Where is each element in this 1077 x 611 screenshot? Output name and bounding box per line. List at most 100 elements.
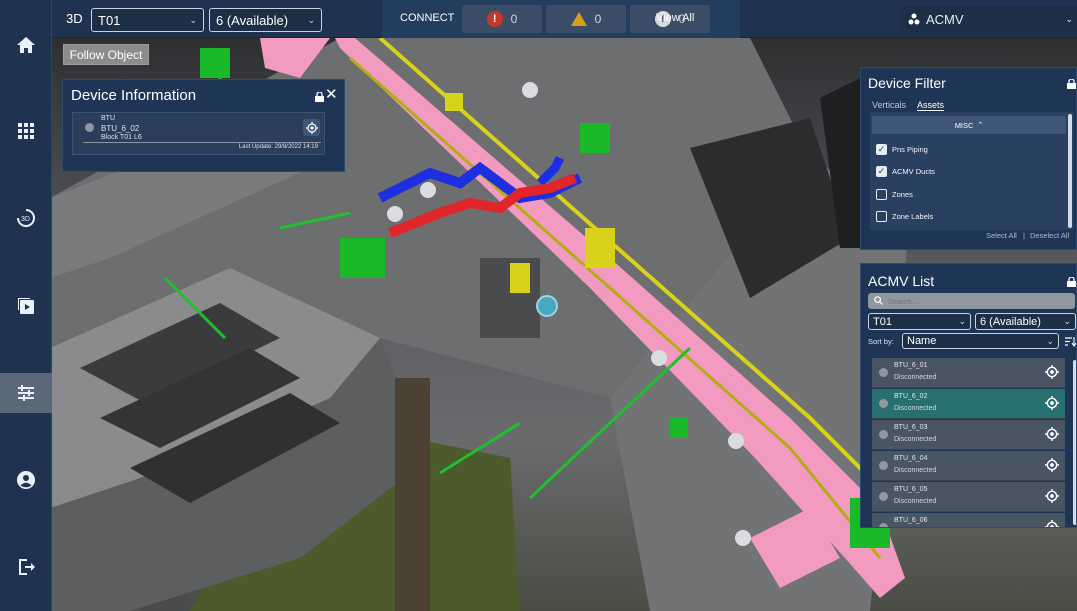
- search-input[interactable]: [888, 294, 1068, 308]
- view-mode-label: 3D: [66, 11, 83, 26]
- status-dot: [85, 123, 94, 132]
- list-item[interactable]: BTU_6_01 Disconnected: [872, 358, 1065, 388]
- list-item[interactable]: BTU_6_06: [872, 513, 1065, 528]
- nav-logout[interactable]: [0, 547, 52, 587]
- list-block-select[interactable]: T01 ⌄: [868, 313, 971, 330]
- list-block-value: T01: [873, 315, 892, 328]
- list-level-value: 6 (Available): [980, 315, 1041, 328]
- equipment-yellow[interactable]: [585, 228, 615, 268]
- list-item-status: Disconnected: [894, 374, 937, 381]
- playback-icon: [18, 298, 34, 314]
- nav-settings-sliders[interactable]: [0, 373, 52, 413]
- user-icon: [17, 471, 35, 489]
- deselect-all-link[interactable]: Deselect All: [1030, 231, 1069, 240]
- list-item-selected[interactable]: BTU_6_02 Disconnected: [872, 389, 1065, 419]
- device-id: BTU_6_02: [101, 124, 140, 133]
- system-icon: [908, 13, 920, 25]
- locate-icon[interactable]: [1045, 489, 1059, 503]
- list-item[interactable]: BTU_6_03 Disconnected: [872, 420, 1065, 450]
- list-item-name: BTU_6_05: [894, 486, 928, 493]
- asset-filter-list: MISC ⌃ ✓ Pns Piping ✓ ACMV Ducts Zones Z…: [870, 112, 1074, 230]
- device-filter-title: Device Filter: [868, 75, 946, 91]
- sort-value: Name: [907, 335, 937, 347]
- block-select[interactable]: T01 ⌄: [91, 8, 204, 32]
- locate-device-button[interactable]: [303, 119, 320, 136]
- locate-icon[interactable]: [1045, 396, 1059, 410]
- sort-select[interactable]: Name ⌄: [902, 333, 1059, 349]
- close-icon[interactable]: ✕: [325, 85, 338, 103]
- search-icon: [874, 296, 883, 305]
- label-acmv-ducts: ACMV Ducts: [892, 167, 935, 176]
- tree-trunk: [395, 378, 430, 611]
- scrollbar[interactable]: [1068, 114, 1072, 228]
- status-dot: [879, 368, 888, 377]
- nav-home[interactable]: [0, 25, 52, 65]
- equipment-green[interactable]: [340, 238, 385, 278]
- list-level-select[interactable]: 6 (Available) ⌄: [975, 313, 1076, 330]
- system-select[interactable]: ACMV ⌄: [900, 6, 1077, 32]
- device-location: Block T01 L6: [101, 134, 142, 141]
- sidebar-rail: 3D: [0, 0, 52, 611]
- nav-3d-view[interactable]: 3D: [0, 198, 52, 238]
- list-item[interactable]: BTU_6_05 Disconnected: [872, 482, 1065, 512]
- chevron-down-icon: ⌄: [1065, 13, 1073, 24]
- last-update: Last Update: 29/8/2022 14:19: [238, 144, 318, 150]
- chevron-down-icon: ⌄: [958, 316, 966, 326]
- device-type: BTU: [101, 115, 115, 122]
- nav-playback[interactable]: [0, 286, 52, 326]
- device-info-title: Device Information: [71, 87, 197, 104]
- locate-icon[interactable]: [1045, 427, 1059, 441]
- locate-icon[interactable]: [1045, 520, 1059, 528]
- misc-section-label: MISC: [954, 120, 974, 130]
- level-select-value: 6 (Available): [216, 12, 289, 28]
- select-all-link[interactable]: Select All: [986, 231, 1017, 240]
- acmv-device-list: BTU_6_01 Disconnected BTU_6_02 Disconnec…: [861, 358, 1076, 528]
- locate-icon[interactable]: [1045, 365, 1059, 379]
- sort-label: Sort by:: [868, 337, 894, 346]
- locate-icon[interactable]: [1045, 458, 1059, 472]
- app-root: { "topbar": { "view_mode": "3D", "block_…: [0, 0, 1077, 611]
- level-select[interactable]: 6 (Available) ⌄: [209, 8, 322, 32]
- nav-apps[interactable]: [0, 111, 52, 151]
- home-icon: [17, 37, 35, 53]
- lock-icon[interactable]: [315, 92, 324, 102]
- chevron-down-icon: ⌄: [307, 14, 315, 25]
- chevron-down-icon: ⌄: [1063, 316, 1071, 326]
- chevron-down-icon: ⌄: [189, 14, 197, 25]
- device-filter-panel: Device Filter Verticals Assets MISC ⌃ ✓ …: [860, 67, 1077, 250]
- lock-icon[interactable]: [1067, 277, 1076, 287]
- view-3d-icon: 3D: [17, 209, 35, 227]
- alarm-critical-button[interactable]: ! 0: [462, 5, 542, 33]
- list-item[interactable]: BTU_6_04 Disconnected: [872, 451, 1065, 481]
- alarm-warning-button[interactable]: 0: [546, 5, 626, 33]
- connect-label: CONNECT: [400, 12, 455, 24]
- list-item-status: Disconnected: [894, 436, 937, 443]
- tab-assets[interactable]: Assets: [917, 100, 945, 111]
- label-zones: Zones: [892, 190, 913, 199]
- alert-circle-icon: !: [486, 11, 503, 27]
- checkbox-acmv-ducts[interactable]: ✓: [876, 166, 887, 177]
- apps-grid-icon: [18, 123, 34, 139]
- scrollbar[interactable]: [1073, 360, 1076, 525]
- status-dot: [879, 399, 888, 408]
- list-item-name: BTU_6_06: [894, 517, 928, 524]
- label-zone-labels: Zone Labels: [892, 212, 934, 221]
- search-box[interactable]: [868, 293, 1075, 309]
- follow-object-button[interactable]: Follow Object: [63, 44, 149, 65]
- device-card: BTU BTU_6_02 Block T01 L6 Last Update: 2…: [72, 112, 325, 155]
- checkbox-pns-piping[interactable]: ✓: [876, 144, 887, 155]
- list-item-status: Disconnected: [894, 498, 937, 505]
- lock-icon[interactable]: [1067, 79, 1076, 89]
- tab-verticals[interactable]: Verticals: [872, 100, 906, 110]
- view-all-link[interactable]: View All: [656, 12, 694, 24]
- locate-icon: [305, 121, 318, 134]
- alarm-warning-count: 0: [594, 12, 602, 26]
- checkbox-zones[interactable]: [876, 189, 887, 200]
- checkbox-zone-labels[interactable]: [876, 211, 887, 222]
- nav-user[interactable]: [0, 460, 52, 500]
- divider: [83, 142, 321, 143]
- sort-icon[interactable]: [1065, 337, 1076, 347]
- chevron-up-icon: ⌃: [977, 122, 984, 129]
- link-separator: |: [1023, 231, 1025, 240]
- misc-section-header[interactable]: MISC ⌃: [872, 116, 1066, 134]
